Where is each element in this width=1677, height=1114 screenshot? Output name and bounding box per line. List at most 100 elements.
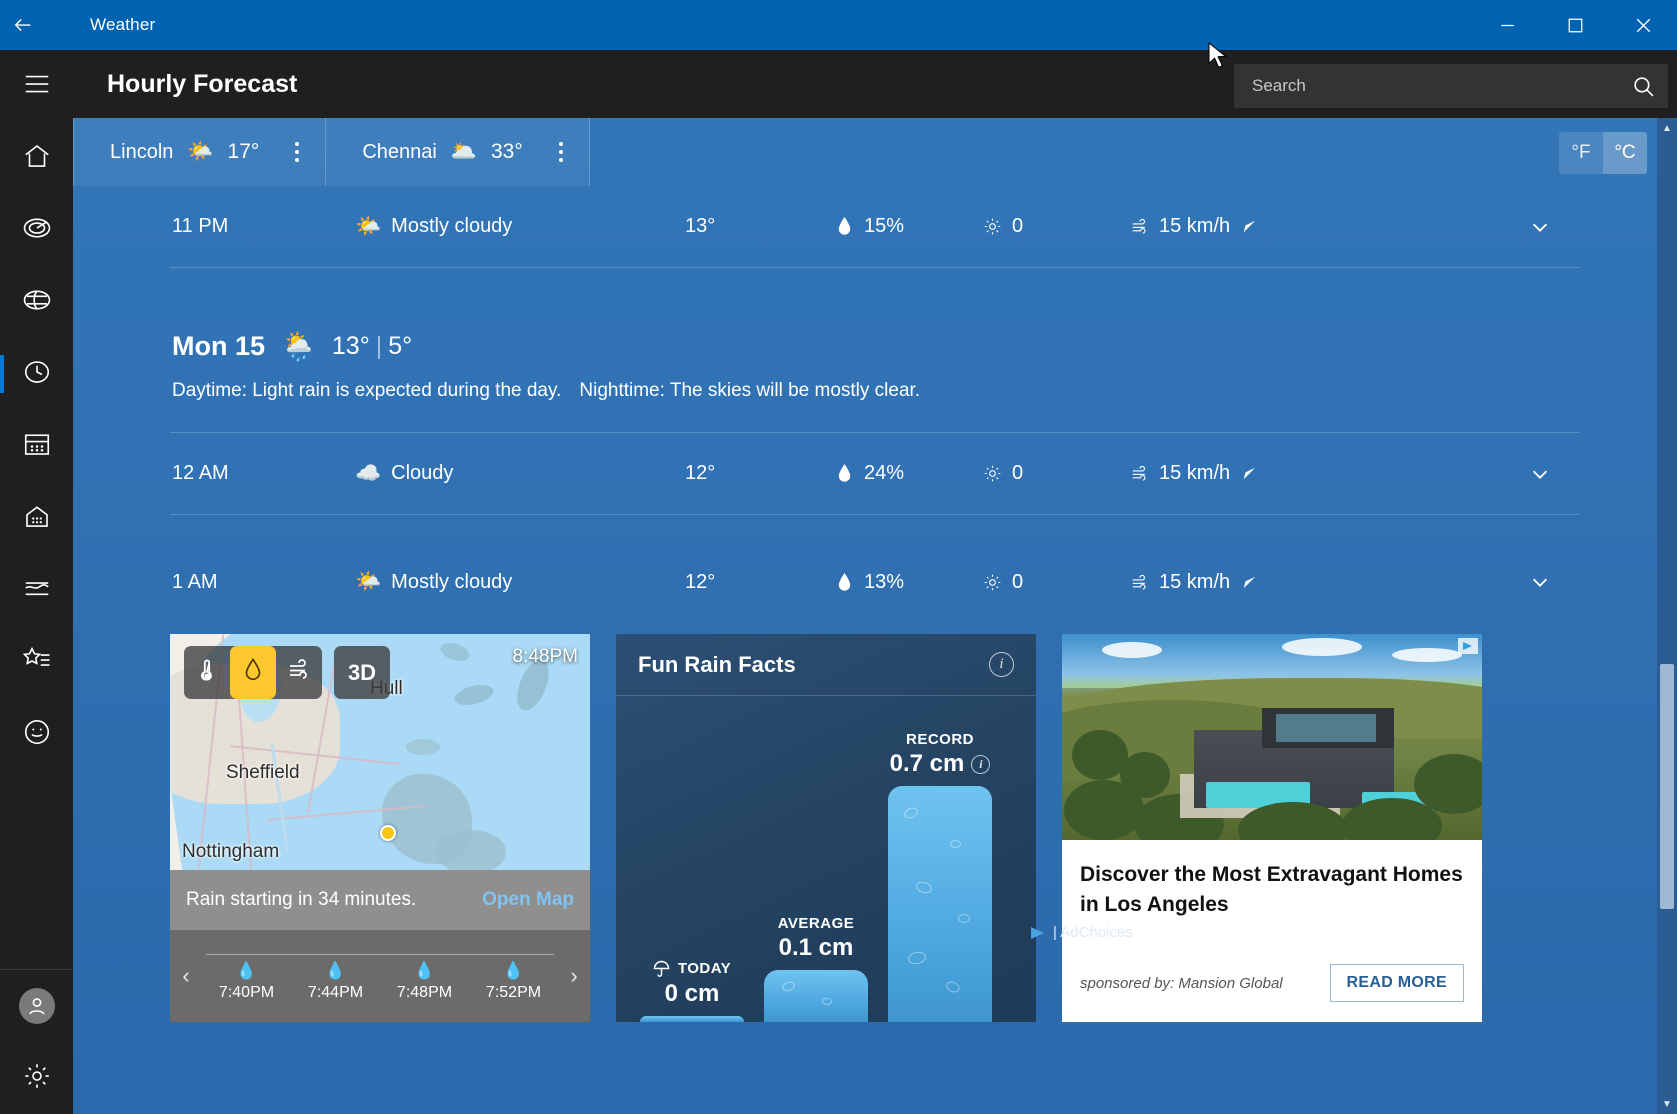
hourly-row[interactable]: 11 PM 🌤️ Mostly cloudy 13° 15% 0 15 km/h — [170, 186, 1580, 268]
more-vertical-icon[interactable] — [558, 142, 563, 162]
chevron-down-icon[interactable] — [1520, 454, 1560, 494]
fact-bar-today: TODAY 0 cm — [640, 959, 744, 1022]
wind-icon — [287, 657, 311, 688]
timeline-tick[interactable]: 💧 7:52PM — [469, 950, 558, 1002]
open-map-link[interactable]: Open Map — [482, 889, 574, 911]
day-low: 5° — [388, 332, 413, 360]
hour-wind: 15 km/h — [1131, 215, 1580, 238]
chevron-right-icon[interactable]: › — [558, 963, 590, 989]
read-more-button[interactable]: READ MORE — [1329, 964, 1464, 1002]
fact-bar-fill — [888, 786, 992, 1022]
sidebar-item-favorites[interactable] — [0, 626, 73, 698]
location-tab-chennai[interactable]: Chennai 🌥️ 33° — [326, 118, 590, 186]
wind-value: 15 km/h — [1159, 570, 1231, 593]
map-timestamp: 8:48PM — [512, 646, 578, 667]
account-button[interactable] — [0, 970, 73, 1042]
ad-sponsor: sponsored by: Mansion Global — [1080, 974, 1283, 992]
hamburger-menu-button[interactable] — [0, 50, 73, 122]
vertical-scrollbar[interactable]: ▲ ▼ — [1657, 118, 1677, 1114]
account-avatar-icon — [18, 988, 55, 1024]
ad-title[interactable]: Discover the Most Extravagant Homes in L… — [1080, 860, 1464, 920]
hour-time: 11 PM — [172, 215, 229, 237]
chevron-left-icon[interactable]: ‹ — [170, 963, 202, 989]
map-layer-temperature-button[interactable] — [184, 646, 230, 699]
precipitation-map-card[interactable]: 3D 8:48PM Hull Sheffield Nottingham Rain… — [170, 634, 590, 1022]
sidebar-item-send-feedback[interactable] — [0, 698, 73, 770]
search-input[interactable] — [1234, 64, 1618, 108]
unit-fahrenheit-button[interactable]: °F — [1559, 132, 1603, 174]
title-bar: Weather — [0, 0, 1677, 50]
today-label-row: TODAY — [653, 959, 731, 978]
ad-image[interactable] — [1062, 634, 1482, 840]
map-3d-toggle-button[interactable]: 3D — [334, 646, 390, 699]
fact-bar-average: AVERAGE 0.1 cm — [764, 915, 868, 1022]
scroll-up-icon[interactable]: ▲ — [1657, 118, 1677, 138]
sidebar-item-severe-weather[interactable] — [0, 266, 73, 338]
timeline-tick[interactable]: 💧 7:44PM — [291, 950, 380, 1002]
unit-celsius-button[interactable]: °C — [1603, 132, 1647, 174]
info-icon[interactable]: i — [971, 754, 991, 774]
sidebar-item-monthly-forecast[interactable] — [0, 410, 73, 482]
clock-icon — [22, 357, 52, 392]
sidebar-item-life-style[interactable] — [0, 482, 73, 554]
gear-icon — [22, 1061, 52, 1096]
wind-direction-arrow-icon — [1239, 216, 1258, 238]
location-name: Chennai — [362, 140, 437, 163]
search-icon[interactable] — [1618, 64, 1668, 108]
condition-icon: 🌤️ — [355, 214, 382, 238]
close-button[interactable] — [1609, 0, 1677, 50]
umbrella-icon — [653, 959, 670, 978]
wind-icon — [1131, 463, 1150, 485]
navigation-rail — [0, 50, 73, 1114]
map-label-sheffield: Sheffield — [226, 762, 300, 783]
chevron-down-icon[interactable] — [1520, 562, 1560, 602]
calendar-icon — [22, 429, 52, 464]
info-icon[interactable]: i — [989, 652, 1014, 677]
content-area: Lincoln 🌤️ 17° Chennai 🌥️ 33° °F °C 11 P… — [73, 118, 1677, 1114]
minimize-button[interactable] — [1473, 0, 1541, 50]
search-box[interactable] — [1234, 64, 1668, 108]
chevron-down-icon[interactable] — [1520, 207, 1560, 247]
scroll-down-icon[interactable]: ▼ — [1657, 1094, 1677, 1114]
hour-condition: 🌤️ Mostly cloudy — [355, 570, 685, 594]
fact-bar-fill — [764, 970, 868, 1022]
hour-temperature: 12° — [685, 570, 716, 593]
raindrop-icon: 💧 — [324, 961, 347, 980]
hourly-row[interactable]: 1 AM 🌤️ Mostly cloudy 12° 13% 0 15 km/h — [170, 541, 1580, 623]
raindrop-icon: 💧 — [235, 961, 258, 980]
fact-bar-record: RECORD 0.7 cm i — [888, 731, 992, 1022]
precipitation-value: 15% — [864, 215, 905, 237]
adchoices-icon — [1030, 926, 1047, 940]
unit-toggle[interactable]: °F °C — [1559, 132, 1647, 174]
fact-value: 0 cm — [664, 980, 720, 1007]
scrollbar-thumb[interactable] — [1660, 664, 1674, 909]
sidebar-item-historical-weather[interactable] — [0, 554, 73, 626]
precipitation-value: 24% — [864, 462, 905, 484]
ad-play-icon[interactable] — [1458, 638, 1478, 654]
hour-time: 1 AM — [172, 570, 218, 593]
day-high-low: 13° | 5° — [332, 332, 412, 361]
map-layer-wind-button[interactable] — [276, 646, 322, 699]
hourly-row[interactable]: 12 AM ☁️ Cloudy 12° 24% 0 15 km/h — [170, 433, 1580, 515]
adchoices-label[interactable]: | AdChoices — [1053, 924, 1133, 941]
map-timeline-scrubber[interactable]: ‹ 💧 7:40PM 💧 7:44PM 💧 7:48PM 💧 7:52PM › — [170, 930, 590, 1022]
condition-label: Mostly cloudy — [391, 570, 513, 593]
sidebar-item-maps[interactable] — [0, 194, 73, 266]
hour-condition: 🌤️ Mostly cloudy — [355, 215, 685, 239]
location-temperature: 17° — [227, 140, 260, 163]
advertisement-card[interactable]: Discover the Most Extravagant Homes in L… — [1062, 634, 1482, 1022]
sidebar-item-hourly-forecast[interactable] — [0, 338, 73, 410]
row-spacer — [73, 515, 1677, 541]
back-arrow-icon[interactable] — [0, 0, 46, 50]
adchoices-row[interactable]: | AdChoices — [1030, 924, 1133, 941]
wind-icon — [1131, 216, 1150, 238]
timeline-tick[interactable]: 💧 7:40PM — [202, 950, 291, 1002]
location-tab-lincoln[interactable]: Lincoln 🌤️ 17° — [73, 118, 327, 186]
map-layer-precipitation-button[interactable] — [230, 646, 276, 699]
timeline-tick[interactable]: 💧 7:48PM — [380, 950, 469, 1002]
sidebar-item-forecast[interactable] — [0, 122, 73, 194]
maximize-button[interactable] — [1541, 0, 1609, 50]
location-weather-icon: 🌤️ — [187, 140, 214, 163]
settings-button[interactable] — [0, 1042, 73, 1114]
more-vertical-icon[interactable] — [295, 142, 300, 162]
